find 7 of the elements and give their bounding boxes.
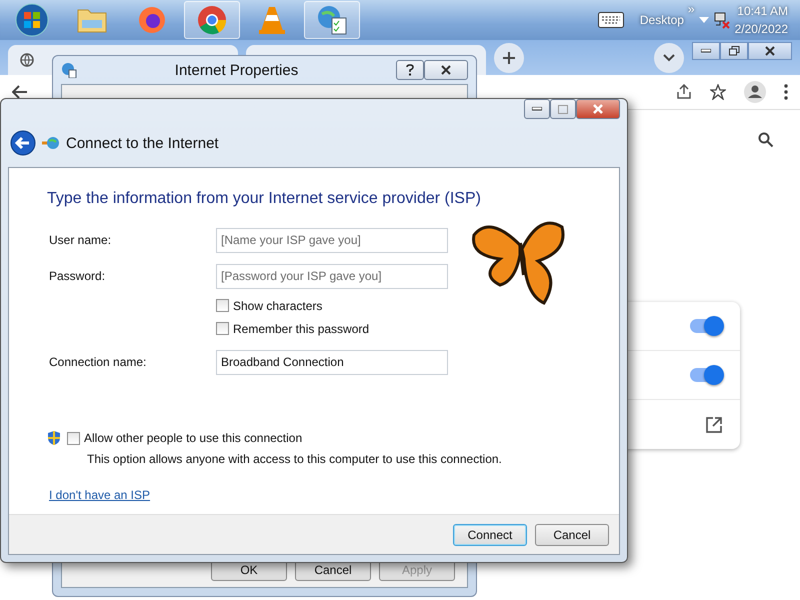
dialog-title: Internet Properties <box>174 62 300 78</box>
wizard-title: Connect to the Internet <box>66 134 219 152</box>
wizard-heading: Type the information from your Internet service provider (ISP) <box>47 190 482 208</box>
field-label: Connection name: <box>49 355 148 369</box>
field-label: User name: <box>49 233 112 247</box>
option-description: This option allows anyone with access to this computer to use this connection. <box>87 452 503 466</box>
field-label: Password: <box>49 269 106 283</box>
